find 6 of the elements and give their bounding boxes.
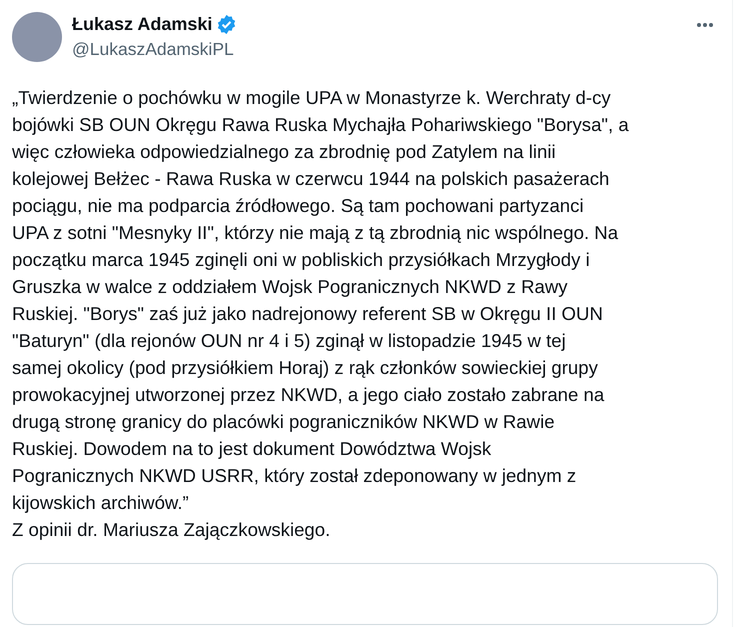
author-name[interactable]: Łukasz Adamski [72,14,212,35]
tweet-text: „Twierdzenie o pochówku w mogile UPA w Monastyrze k. Werchraty d-cy bojówki SB OUN Okręgu Rawa Ruska Mychajła Pohariwskiego "Borysa", a więc człowieka odpowiedzialnego za zbrodnię pod Zatylem na linii kolejowej Bełżec - Rawa Ruska w czerwcu 1944 na polskich pasażerach pociągu, nie ma podparcia źródłowego. Są tam pochowani partyzanci UPA z sotni "Mesnyky II", którzy nie mają z tą zbrodnią nic wspólnego. Na początku marca 1945 zginęli oni w pobliskich przysiółkach Mrzygłody i Gruszka w walce z oddziałem Wojsk Pogranicznych NKWD z Rawy Ruskiej. "Borys" zaś już jako nadrejonowy referent SB w Okręgu II OUN "Baturyn" (dla rejonów OUN nr 4 i 5) zginął w listopadzie 1945 w tej samej okolicy (pod przysiółkiem Horaj) z rąk członków sowieckiej grupy prowokacyjnej utworzonej przez NKWD, a jego ciało zostało zabrane na drugą stronę granicy do placówki pograniczników NKWD w Rawie Ruskiej. Dowodem na to jest dokument Dowództwa Wojsk Pogranicznych NKWD USRR, który został zdeponowany w jednym z kijowskich archiwów.” [12,86,630,515]
author-handle[interactable]: @LukaszAdamskiPL [72,39,682,60]
avatar[interactable] [12,12,62,62]
tweet-attribution: Z opinii dr. Mariusza Zajączkowskiego. [12,518,332,542]
more-icon [696,22,714,28]
